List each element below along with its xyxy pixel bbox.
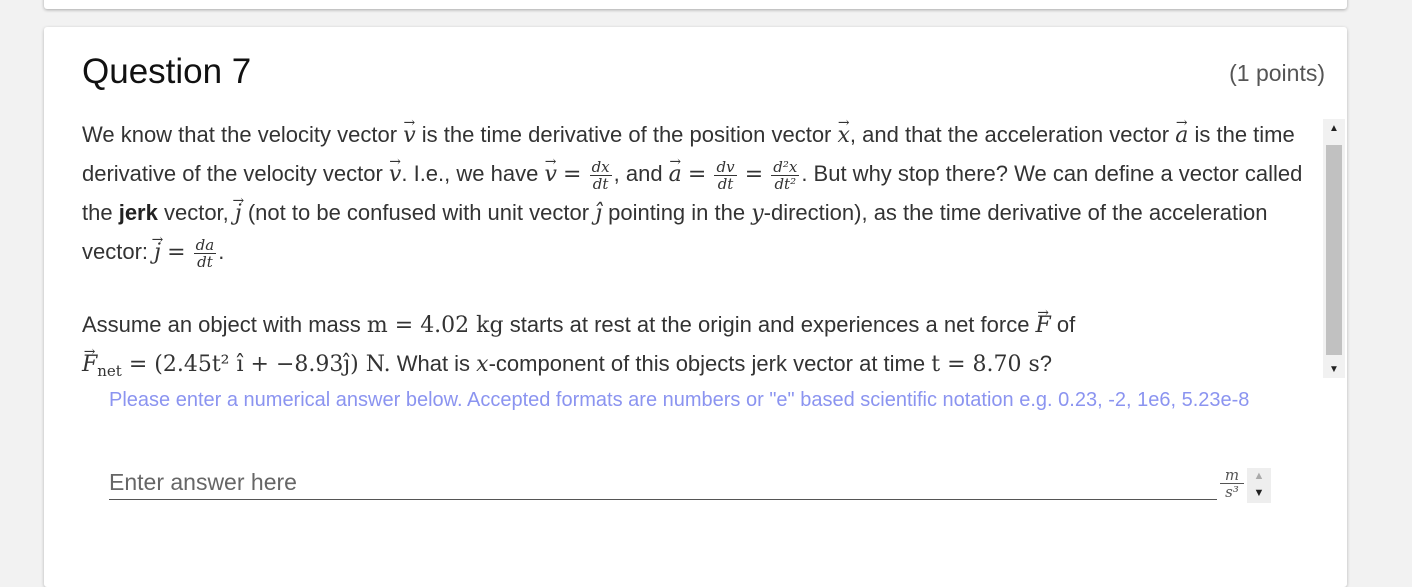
scroll-up-arrow-icon[interactable]: ▲ (1323, 120, 1345, 137)
stepper-up-icon[interactable]: ▲ (1247, 468, 1271, 485)
force-expression: = (2.45t² î + −8.93ĵ) N. (121, 352, 391, 377)
scroll-down-arrow-icon[interactable]: ▼ (1323, 361, 1345, 378)
question-points: (1 points) (1229, 60, 1325, 86)
fraction-dx-dt: dx dt (589, 157, 612, 193)
answer-stepper[interactable]: ▲ ▼ (1247, 468, 1271, 503)
force-vector-symbol: F (1036, 307, 1051, 345)
question-title: Question 7 (82, 52, 252, 91)
question-paragraph-2: Assume an object with mass m = 4.02 kg s… (82, 306, 1322, 390)
acceleration-vector-symbol: a (1175, 117, 1188, 155)
question-text: We know that the velocity vector v is th… (82, 116, 1322, 390)
fraction-dv-dt: dv dt (714, 157, 737, 193)
answer-format-hint: Please enter a numerical answer below. A… (109, 389, 1250, 411)
scrollbar-thumb[interactable] (1326, 145, 1342, 355)
fraction-d2x-dt2: d²x dt² (771, 157, 800, 193)
jerk-vector-symbol: j (235, 195, 242, 233)
net-force-symbol: F (82, 346, 97, 384)
stepper-down-icon[interactable]: ▼ (1247, 485, 1271, 502)
unit-vector-j-symbol: ĵ (595, 201, 602, 226)
mass-expression: m = 4.02 kg (366, 313, 504, 338)
question-scrollbar[interactable]: ▲ ▼ (1323, 119, 1345, 378)
answer-unit: m s³ (1220, 467, 1244, 500)
time-expression: t = 8.70 s (931, 352, 1040, 377)
question-card: Question 7 (1 points) We know that the v… (44, 27, 1347, 587)
question-paragraph-1: We know that the velocity vector v is th… (82, 116, 1322, 272)
velocity-vector-symbol: v (403, 117, 415, 155)
position-vector-symbol: x (838, 117, 850, 155)
answer-input[interactable] (109, 465, 1217, 500)
fraction-da-dt: da dt (193, 235, 217, 271)
previous-question-card (44, 0, 1347, 9)
